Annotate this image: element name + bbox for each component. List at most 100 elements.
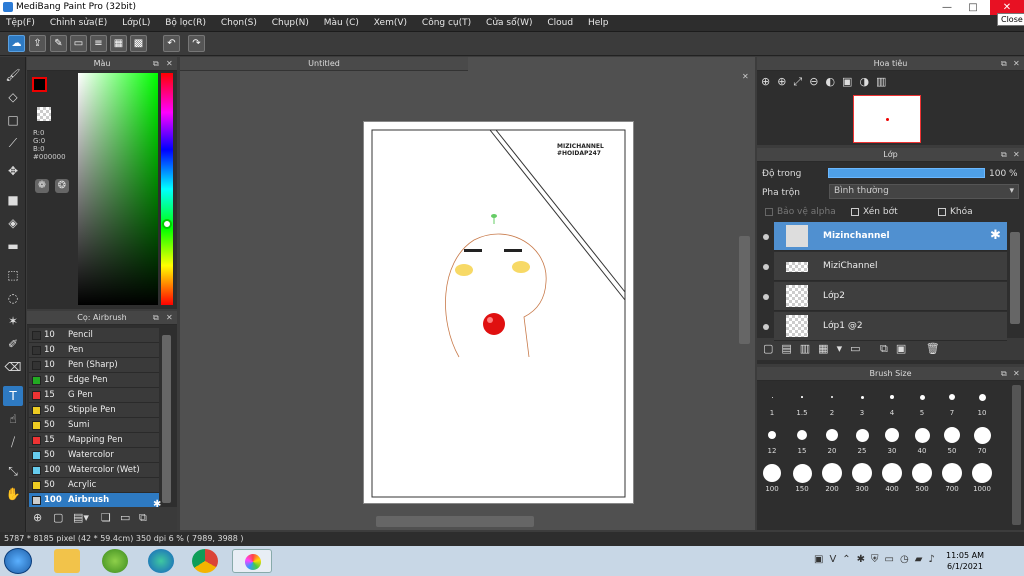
brush-item[interactable]: 100 Watercolor (Wet) (29, 463, 159, 478)
menu-view[interactable]: Xem(V) (368, 15, 413, 32)
maximize-button[interactable]: □ (962, 0, 984, 15)
brush-item[interactable]: 10 Edge Pen (29, 373, 159, 388)
start-button[interactable] (4, 548, 32, 574)
brush-size-dot[interactable] (797, 430, 807, 440)
navigator-tools[interactable]: ⊕⊕⤢⊖◐▣◑▥ (761, 75, 941, 93)
coccoc-icon[interactable] (102, 549, 128, 573)
panel-close-icon[interactable]: ✕ (166, 57, 173, 71)
hand-tool-icon[interactable]: ✋ (3, 484, 23, 504)
layer-row-lop1[interactable]: Lớp1 @2 (774, 312, 1007, 341)
menu-window[interactable]: Cửa sổ(W) (480, 15, 538, 32)
canvas-horizontal-scrollbar[interactable] (376, 516, 534, 527)
opacity-slider[interactable] (828, 168, 985, 178)
bucket-tool-icon[interactable]: ◈ (3, 213, 23, 233)
brush-size-dot[interactable] (885, 428, 899, 442)
brush-size-dot[interactable] (949, 394, 955, 400)
new-brush-icon[interactable]: ▢ (53, 511, 63, 524)
layer-row-mizinchannel[interactable]: Mizinchannel ✱ (774, 222, 1007, 251)
visibility-eye-icon[interactable] (763, 294, 769, 300)
foreground-color-swatch[interactable] (32, 77, 47, 92)
brush-size-dot[interactable] (978, 393, 986, 401)
brush-size-dot[interactable] (763, 464, 781, 482)
redo-icon[interactable]: ↷ (188, 35, 205, 52)
canvas-paper[interactable]: MIZICHANNEL #HOIDAP247 (363, 121, 634, 504)
move-tool-icon[interactable]: ✥ (3, 161, 23, 181)
menu-file[interactable]: Tệp(F) (0, 15, 41, 32)
brush-item[interactable]: 15 Mapping Pen (29, 433, 159, 448)
brush-item[interactable]: 50 Watercolor (29, 448, 159, 463)
undock-icon[interactable]: ⧉ (153, 57, 159, 71)
brush-item[interactable]: 50 Stipple Pen (29, 403, 159, 418)
brush-size-dot[interactable] (852, 463, 872, 483)
menu-filter[interactable]: Bộ lọc(R) (159, 15, 212, 32)
panel-close-icon[interactable]: ✕ (166, 311, 173, 325)
share-icon[interactable]: ⇪ (29, 35, 46, 52)
brush-item[interactable]: 10 Pen (Sharp) (29, 358, 159, 373)
brush-item[interactable]: 50 Sumi (29, 418, 159, 433)
panel-close-icon[interactable]: ✕ (1013, 148, 1020, 162)
menu-tools[interactable]: Công cụ(T) (416, 15, 477, 32)
saturation-value-picker[interactable] (78, 73, 158, 305)
visibility-eye-icon[interactable] (763, 264, 769, 270)
panel-close-icon[interactable]: ✕ (1013, 57, 1020, 71)
palette-settings-icon[interactable]: ❂ (55, 179, 69, 193)
brush-list-scrollbar[interactable] (162, 335, 171, 503)
chat-icon[interactable]: ▭ (70, 35, 87, 52)
gear-icon[interactable]: ✱ (990, 228, 1001, 243)
brush-item[interactable]: 50 Acrylic (29, 478, 159, 493)
layer-actions-bar[interactable]: ▢▤▥▦▾▭ ⧉▣ 🗑 (757, 338, 1024, 360)
layer-list-scrollbar[interactable] (1010, 232, 1020, 324)
hue-slider[interactable] (161, 73, 173, 305)
document-icon[interactable]: ≡ (90, 35, 107, 52)
brush-size-dot[interactable] (972, 463, 992, 483)
grid-icon[interactable]: ▦ (110, 35, 127, 52)
undo-icon[interactable]: ↶ (163, 35, 180, 52)
layer-row-lop2[interactable]: Lớp2 (774, 282, 1007, 311)
protect-alpha-checkbox[interactable] (765, 208, 773, 216)
stroke-tool-icon[interactable]: ⟋ (3, 133, 23, 153)
magic-wand-icon[interactable]: ✶ (3, 311, 23, 331)
palette-icon[interactable]: ❁ (35, 179, 49, 193)
brush-size-dot[interactable] (890, 395, 894, 399)
brush-item[interactable]: 100 Airbrush (29, 493, 159, 508)
brush-size-dot[interactable] (801, 396, 803, 398)
brush-menu-icon[interactable]: ▤▾ (73, 511, 89, 524)
menu-select[interactable]: Chọn(S) (215, 15, 263, 32)
canvas-vertical-scrollbar[interactable] (739, 236, 750, 344)
visibility-eye-icon[interactable] (763, 234, 769, 240)
eyedropper-tool-icon[interactable]: ⤡ (3, 461, 23, 481)
brush-size-dot[interactable] (912, 463, 932, 483)
undock-icon[interactable]: ⧉ (1001, 367, 1007, 381)
brush-item[interactable]: 10 Pen (29, 343, 159, 358)
undock-icon[interactable]: ⧉ (153, 311, 159, 325)
brush-size-dot[interactable] (826, 429, 838, 441)
select-eraser-icon[interactable]: ⌫ (3, 357, 23, 377)
layer-row-mizichannel[interactable]: MiziChannel (774, 252, 1007, 281)
duplicate-icon[interactable]: ⧉ (139, 511, 147, 525)
clipping-checkbox[interactable] (851, 208, 859, 216)
menu-snap[interactable]: Chụp(N) (266, 15, 315, 32)
clock[interactable]: 11:05 AM 6/1/2021 (946, 550, 984, 572)
brush-item[interactable]: 15 G Pen (29, 388, 159, 403)
select-pen-icon[interactable]: ✐ (3, 334, 23, 354)
eraser-tool-icon[interactable]: ◇ (3, 87, 23, 107)
canvas-close-icon[interactable]: ✕ (742, 72, 749, 81)
hue-slider-handle[interactable] (162, 219, 172, 229)
cloud-icon[interactable]: ☁ (8, 35, 25, 52)
brush-size-dot[interactable] (860, 395, 864, 399)
brush-size-dot[interactable] (919, 394, 925, 400)
chrome-icon[interactable] (192, 549, 218, 573)
menu-cloud[interactable]: Cloud (541, 15, 579, 32)
document-tab[interactable]: Untitled (180, 57, 468, 71)
lasso-tool-icon[interactable]: ◌ (3, 288, 23, 308)
shape-fill-icon[interactable]: ■ (3, 190, 23, 210)
brush-size-dot[interactable] (914, 427, 930, 443)
undock-icon[interactable]: ⧉ (1001, 148, 1007, 162)
panel-close-icon[interactable]: ✕ (1013, 367, 1020, 381)
brush-size-scrollbar[interactable] (1012, 385, 1021, 525)
brush-size-dot[interactable] (831, 396, 833, 398)
blend-mode-select[interactable]: Bình thường ▾ (829, 184, 1019, 199)
brush-size-dot[interactable] (942, 463, 962, 483)
comment-icon[interactable]: ✎ (50, 35, 67, 52)
menu-help[interactable]: Help (582, 15, 615, 32)
